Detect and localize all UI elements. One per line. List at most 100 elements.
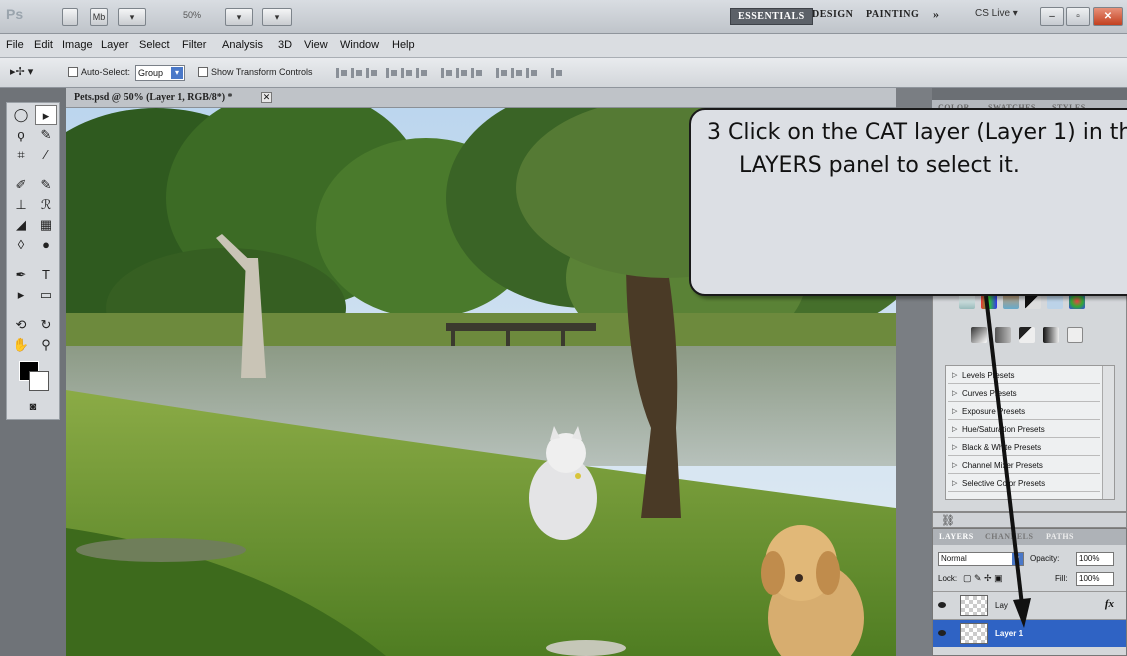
type-tool-icon[interactable]: T <box>35 265 57 285</box>
zoom-tool-icon[interactable]: ⚲ <box>35 335 57 355</box>
menu-select[interactable]: Select <box>139 39 170 51</box>
3d-orbit-tool-icon[interactable]: ↻ <box>35 315 57 335</box>
preset-channel-mixer[interactable]: ▷ Channel Mixer Presets <box>948 458 1100 474</box>
align-distribute-icon[interactable] <box>550 67 564 79</box>
align-distribute-icon[interactable] <box>510 67 524 79</box>
view-extras-button[interactable]: ▾ <box>118 8 146 26</box>
tab-swatches[interactable]: SWATCHES <box>988 103 1036 112</box>
fill-input[interactable]: 100% <box>1076 572 1114 586</box>
workspace-essentials[interactable]: ESSENTIALS <box>730 8 813 25</box>
align-distribute-icon[interactable] <box>470 67 484 79</box>
selective-color-icon[interactable] <box>1067 327 1083 343</box>
menu-image[interactable]: Image <box>62 39 93 51</box>
screen-mode-button[interactable]: ▾ <box>262 8 292 26</box>
eye-icon[interactable] <box>938 602 946 608</box>
pen-tool-icon[interactable]: ✒ <box>10 265 32 285</box>
vibrance-icon[interactable] <box>959 293 975 309</box>
align-distribute-icon[interactable] <box>495 67 509 79</box>
preset-exposure[interactable]: ▷ Exposure Presets <box>948 404 1100 420</box>
dodge-tool-icon[interactable]: ● <box>35 235 57 255</box>
hue-saturation-icon[interactable] <box>981 293 997 309</box>
levels-icon[interactable] <box>1007 261 1023 277</box>
align-distribute-icon[interactable] <box>365 67 379 79</box>
black-white-icon[interactable] <box>1025 293 1041 309</box>
clip-to-layer-icon[interactable]: ⛓ <box>941 514 955 527</box>
workspace-painting[interactable]: PAINTING <box>866 9 919 20</box>
tab-layers[interactable]: LAYERS <box>939 532 974 541</box>
menu-filter[interactable]: Filter <box>182 39 206 51</box>
preset-curves[interactable]: ▷ Curves Presets <box>948 386 1100 402</box>
gradient-map-icon[interactable] <box>1043 327 1059 343</box>
menu-file[interactable]: File <box>6 39 24 51</box>
eye-icon[interactable] <box>938 630 946 636</box>
align-distribute-icon[interactable] <box>400 67 414 79</box>
tab-paths[interactable]: PATHS <box>1046 532 1074 541</box>
eyedropper-tool-icon[interactable]: ⁄ <box>35 145 57 165</box>
blend-mode-select[interactable]: Normal ▾ <box>938 552 1024 566</box>
eraser-tool-icon[interactable]: ◢ <box>10 215 32 235</box>
menu-view[interactable]: View <box>304 39 328 51</box>
launch-mini-bridge-button[interactable]: Mb <box>90 8 108 26</box>
close-window-button[interactable]: ✕ <box>1093 7 1123 26</box>
channel-mixer-icon[interactable] <box>1069 293 1085 309</box>
3d-rotate-tool-icon[interactable]: ⟲ <box>10 315 32 335</box>
preset-hue-saturation[interactable]: ▷ Hue/Saturation Presets <box>948 422 1100 438</box>
align-distribute-icon[interactable] <box>525 67 539 79</box>
align-distribute-icon[interactable] <box>440 67 454 79</box>
layer-effects-icon[interactable]: fx <box>1105 598 1114 610</box>
presets-scrollbar[interactable] <box>1102 366 1114 499</box>
align-distribute-icon[interactable] <box>455 67 469 79</box>
preset-levels[interactable]: ▷ Levels Presets <box>948 368 1100 384</box>
tab-styles[interactable]: STYLES <box>1052 103 1086 112</box>
preset-selective-color[interactable]: ▷ Selective Color Presets <box>948 476 1100 492</box>
workspace-design[interactable]: DESIGN <box>812 9 853 20</box>
move-tool-preset-icon[interactable]: ▸✢ ▾ <box>10 65 33 78</box>
history-brush-tool-icon[interactable]: ℛ <box>35 195 57 215</box>
document-canvas[interactable] <box>66 108 896 656</box>
launch-bridge-button[interactable] <box>62 8 78 26</box>
auto-select-dropdown[interactable]: Group ▾ <box>135 65 185 81</box>
brush-tool-icon[interactable]: ✎ <box>35 175 57 195</box>
arrange-documents-button[interactable]: ▾ <box>225 8 253 26</box>
menu-layer[interactable]: Layer <box>101 39 129 51</box>
background-color-swatch[interactable] <box>29 371 49 391</box>
document-tab[interactable]: Pets.psd @ 50% (Layer 1, RGB/8*) * ✕ <box>66 88 896 108</box>
marquee-tool-icon[interactable]: ◯ <box>10 105 32 125</box>
gradient-tool-icon[interactable]: ▦ <box>35 215 57 235</box>
show-transform-checkbox[interactable] <box>198 67 208 77</box>
clone-stamp-tool-icon[interactable]: ⊥ <box>10 195 32 215</box>
auto-select-checkbox[interactable] <box>68 67 78 77</box>
menu-edit[interactable]: Edit <box>34 39 53 51</box>
healing-brush-tool-icon[interactable]: ✐ <box>10 175 32 195</box>
quick-mask-icon[interactable]: ◙ <box>22 397 44 417</box>
align-distribute-icon[interactable] <box>415 67 429 79</box>
menu-3d[interactable]: 3D <box>278 39 292 51</box>
photo-filter-icon[interactable] <box>1047 293 1063 309</box>
menu-window[interactable]: Window <box>340 39 379 51</box>
minimize-button[interactable]: – <box>1040 7 1064 26</box>
menu-help[interactable]: Help <box>392 39 415 51</box>
more-workspaces-button[interactable]: » <box>933 7 940 22</box>
close-document-icon[interactable]: ✕ <box>261 92 272 103</box>
layer-row-layer-1[interactable]: Layer 1 <box>933 619 1126 647</box>
tab-channels[interactable]: CHANNELS <box>985 532 1033 541</box>
brightness-contrast-icon[interactable] <box>983 261 999 277</box>
invert-icon[interactable] <box>971 327 987 343</box>
maximize-button[interactable]: ▫ <box>1066 7 1090 26</box>
hand-tool-icon[interactable]: ✋ <box>10 335 32 355</box>
menu-analysis[interactable]: Analysis <box>222 39 263 51</box>
exposure-icon[interactable] <box>1055 261 1071 277</box>
quick-selection-tool-icon[interactable]: ✎ <box>35 125 57 145</box>
align-distribute-icon[interactable] <box>335 67 349 79</box>
curves-icon[interactable] <box>1031 261 1047 277</box>
tab-color[interactable]: COLOR <box>938 103 970 112</box>
align-distribute-icon[interactable] <box>385 67 399 79</box>
path-selection-tool-icon[interactable]: ▸ <box>10 285 32 305</box>
preset-black-white[interactable]: ▷ Black & White Presets <box>948 440 1100 456</box>
crop-tool-icon[interactable]: ⌗ <box>10 145 32 165</box>
posterize-icon[interactable] <box>995 327 1011 343</box>
zoom-level[interactable]: 50% <box>183 10 201 20</box>
lock-icons[interactable]: ▢ ✎ ✢ ▣ <box>963 573 1003 584</box>
threshold-icon[interactable] <box>1019 327 1035 343</box>
shape-tool-icon[interactable]: ▭ <box>35 285 57 305</box>
